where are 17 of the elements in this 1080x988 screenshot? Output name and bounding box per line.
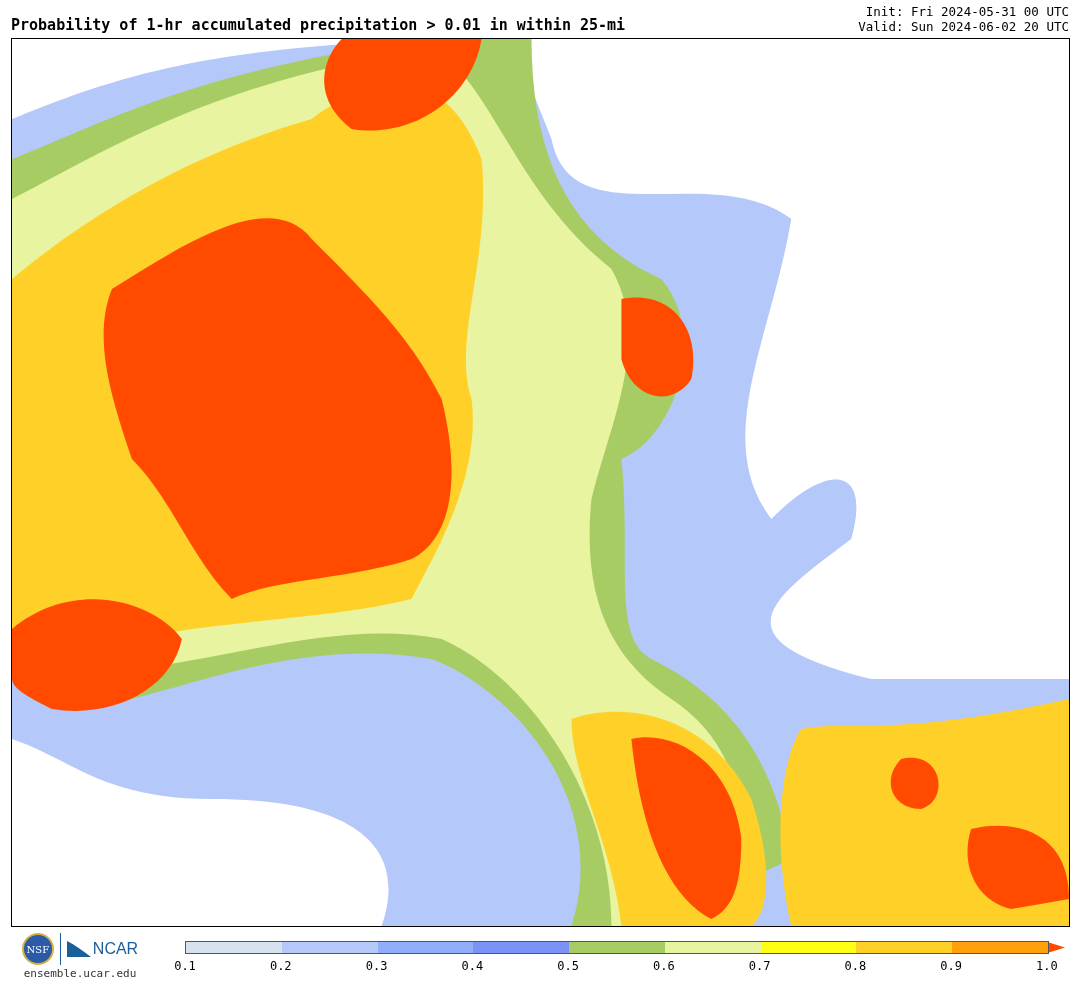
website-url: ensemble.ucar.edu bbox=[23, 967, 137, 980]
init-time: Init: Fri 2024-05-31 00 UTC bbox=[865, 4, 1069, 19]
tick-label: 0.2 bbox=[268, 959, 293, 973]
tick-label: 0.8 bbox=[843, 959, 868, 973]
ncar-logo: NCAR bbox=[92, 940, 139, 958]
chart-title: Probability of 1-hr accumulated precipitation > 0.01 in within 25-mi bbox=[11, 16, 626, 34]
tick-label: 1.0 bbox=[1035, 959, 1059, 973]
tick-label: 0.6 bbox=[652, 959, 676, 973]
tick-label: 0.5 bbox=[556, 959, 580, 973]
tick-label: 0.4 bbox=[460, 959, 485, 973]
tick-label: 0.9 bbox=[939, 959, 963, 973]
nsf-logo: NSF bbox=[21, 933, 54, 965]
valid-time: Valid: Sun 2024-06-02 20 UTC bbox=[858, 19, 1069, 34]
tick-label: 0.3 bbox=[364, 959, 389, 973]
wave-logo-icon bbox=[66, 941, 91, 957]
tick-label: 0.1 bbox=[173, 959, 197, 973]
tick-label: 0.7 bbox=[747, 959, 772, 973]
